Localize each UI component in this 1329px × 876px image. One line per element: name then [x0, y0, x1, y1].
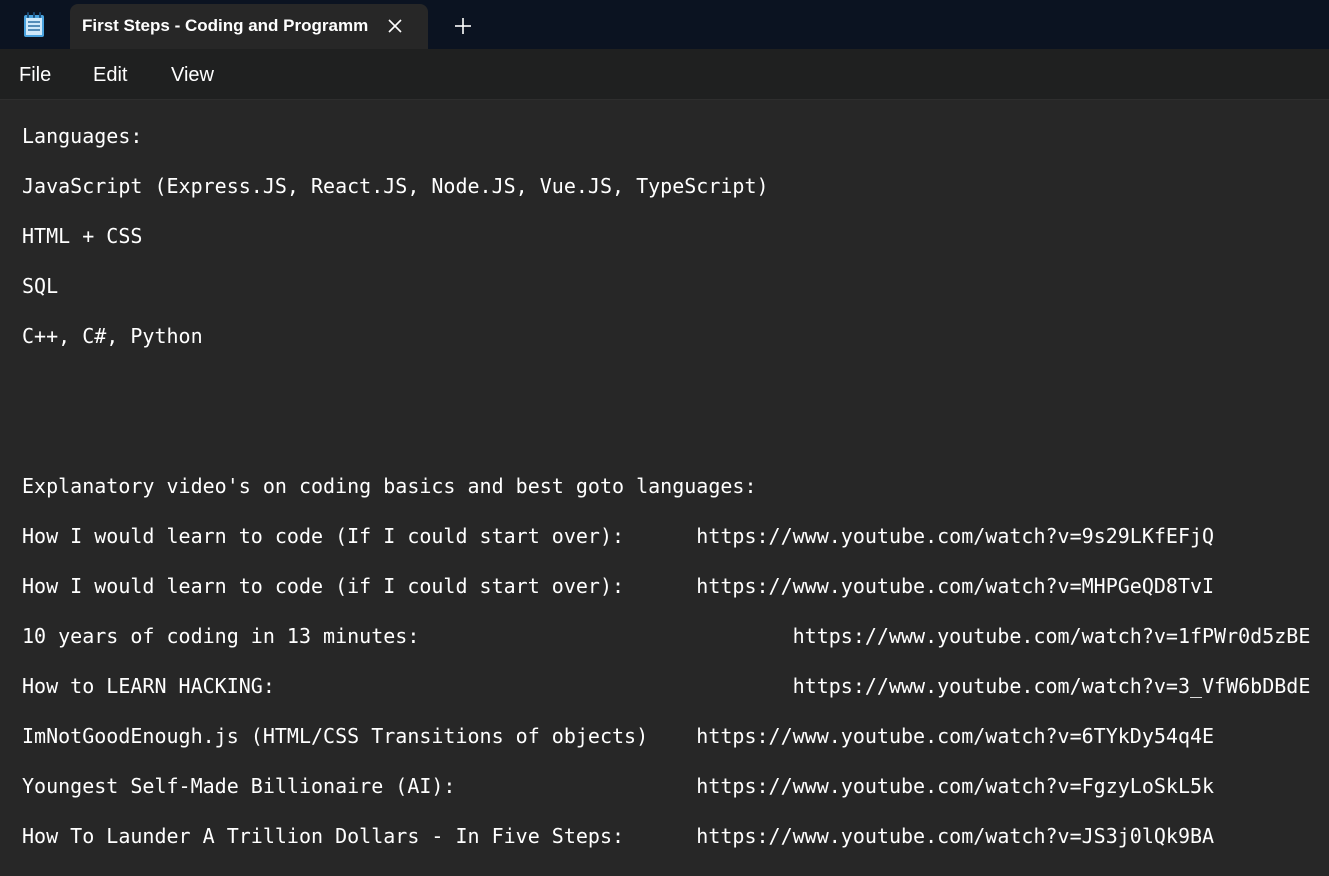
- editor-line: JavaScript (Express.JS, React.JS, Node.J…: [22, 174, 769, 198]
- editor-line: C++, C#, Python: [22, 324, 203, 348]
- close-icon[interactable]: [385, 16, 405, 36]
- editor-line: How I would learn to code (If I could st…: [22, 524, 1215, 548]
- document-tab[interactable]: First Steps - Coding and Programming: [70, 4, 428, 49]
- editor-line: How I would learn to code (if I could st…: [22, 574, 1215, 598]
- tab-title: First Steps - Coding and Programming: [82, 16, 368, 35]
- menu-edit[interactable]: Edit: [93, 63, 127, 87]
- editor-line: SQL: [22, 274, 59, 298]
- editor-line: Youngest Self-Made Billionaire (AI): htt…: [22, 774, 1215, 798]
- plus-icon[interactable]: [453, 16, 473, 36]
- editor-line: 10 years of coding in 13 minutes: https:…: [22, 624, 1311, 648]
- menu-file[interactable]: File: [19, 63, 51, 87]
- notepad-icon: [24, 12, 44, 37]
- editor-line: How To Launder A Trillion Dollars - In F…: [22, 824, 1215, 848]
- editor-line: Languages:: [22, 124, 143, 148]
- editor-line: HTML + CSS: [22, 224, 143, 248]
- text-editor[interactable]: Languages: JavaScript (Express.JS, React…: [0, 100, 1329, 876]
- editor-line: ImNotGoodEnough.js (HTML/CSS Transitions…: [22, 724, 1215, 748]
- title-bar: First Steps - Coding and Programming: [0, 0, 1329, 49]
- editor-line: Explanatory video's on coding basics and…: [22, 474, 757, 498]
- editor-line: How to LEARN HACKING: https://www.youtub…: [22, 674, 1311, 698]
- menu-view[interactable]: View: [171, 63, 214, 87]
- menu-bar: File Edit View: [0, 49, 1329, 100]
